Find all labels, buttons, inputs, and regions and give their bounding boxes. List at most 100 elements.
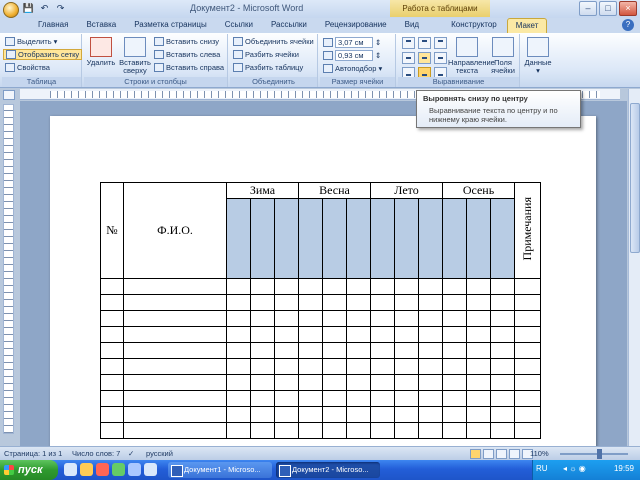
zoom-slider-handle[interactable] [597, 449, 602, 459]
table-cell[interactable] [322, 342, 347, 359]
table-cell[interactable] [250, 374, 275, 391]
table-cell[interactable] [442, 310, 467, 327]
table-cell[interactable] [418, 422, 443, 439]
table-cell[interactable] [226, 278, 251, 295]
tray-icons[interactable]: ◂ ☼ ◉ [563, 464, 586, 473]
table-cell[interactable] [226, 294, 251, 311]
header-notes[interactable]: Примечания [514, 182, 541, 279]
tab-design[interactable]: Конструктор [443, 18, 505, 33]
table-cell[interactable] [123, 390, 227, 407]
season-subcell[interactable] [346, 198, 371, 279]
table-cell[interactable] [322, 422, 347, 439]
table-cell[interactable] [226, 342, 251, 359]
table-cell[interactable] [322, 294, 347, 311]
table-cell[interactable] [226, 390, 251, 407]
table-cell[interactable] [250, 422, 275, 439]
table-cell[interactable] [490, 422, 515, 439]
table-cell[interactable] [250, 390, 275, 407]
table-cell[interactable] [514, 390, 541, 407]
table-cell[interactable] [394, 342, 419, 359]
spellcheck-icon[interactable]: ✓ [128, 449, 134, 458]
align-top-right-icon[interactable] [434, 37, 447, 49]
table-cell[interactable] [346, 406, 371, 423]
start-button[interactable]: пуск [0, 460, 58, 480]
season-subcell[interactable] [490, 198, 515, 279]
select-button[interactable]: Выделить ▾ [5, 37, 57, 46]
merge-cells-button[interactable]: Объединить ячейки [233, 37, 314, 46]
table-cell[interactable] [123, 342, 227, 359]
season-subcell[interactable] [322, 198, 347, 279]
table-cell[interactable] [514, 422, 541, 439]
cell-margins-button[interactable]: Поля ячейки [488, 37, 518, 75]
table-cell[interactable] [346, 342, 371, 359]
table-cell[interactable] [514, 342, 541, 359]
season-subcell[interactable] [250, 198, 275, 279]
table-cell[interactable] [418, 358, 443, 375]
table-cell[interactable] [514, 374, 541, 391]
tab-references[interactable]: Ссылки [217, 18, 261, 33]
table-cell[interactable] [466, 326, 491, 343]
tab-insert[interactable]: Вставка [78, 18, 124, 33]
table-cell[interactable] [298, 278, 323, 295]
print-layout-icon[interactable] [470, 449, 481, 459]
table-cell[interactable] [514, 294, 541, 311]
outline-icon[interactable] [509, 449, 520, 459]
table-cell[interactable] [490, 390, 515, 407]
table-cell[interactable] [418, 294, 443, 311]
table-cell[interactable] [298, 358, 323, 375]
table-cell[interactable] [322, 278, 347, 295]
table-cell[interactable] [250, 294, 275, 311]
table-cell[interactable] [100, 390, 124, 407]
table-cell[interactable] [274, 358, 299, 375]
tab-home[interactable]: Главная [30, 18, 76, 33]
table-cell[interactable] [370, 406, 395, 423]
insert-left-button[interactable]: Вставить слева [154, 50, 220, 59]
table-cell[interactable] [123, 374, 227, 391]
table-cell[interactable] [298, 374, 323, 391]
vertical-ruler[interactable] [3, 104, 14, 434]
table-cell[interactable] [274, 374, 299, 391]
insert-right-button[interactable]: Вставить справа [154, 63, 224, 72]
web-layout-icon[interactable] [496, 449, 507, 459]
table-cell[interactable] [226, 358, 251, 375]
table-cell[interactable] [370, 278, 395, 295]
table-cell[interactable] [100, 358, 124, 375]
table-cell[interactable] [394, 374, 419, 391]
table-cell[interactable] [298, 406, 323, 423]
align-middle-left-icon[interactable] [402, 52, 415, 64]
table-cell[interactable] [100, 342, 124, 359]
align-top-left-icon[interactable] [402, 37, 415, 49]
table-cell[interactable] [490, 326, 515, 343]
language-bar[interactable]: RU [536, 464, 548, 473]
tab-mailings[interactable]: Рассылки [263, 18, 315, 33]
table-cell[interactable] [466, 342, 491, 359]
table-cell[interactable] [346, 358, 371, 375]
table-cell[interactable] [466, 358, 491, 375]
table-cell[interactable] [298, 310, 323, 327]
table-cell[interactable] [250, 342, 275, 359]
table-cell[interactable] [123, 422, 227, 439]
vertical-scrollbar[interactable] [628, 89, 640, 446]
table-cell[interactable] [226, 326, 251, 343]
table-cell[interactable] [490, 294, 515, 311]
table-cell[interactable] [123, 406, 227, 423]
season-subcell[interactable] [226, 198, 251, 279]
table-cell[interactable] [442, 390, 467, 407]
table-cell[interactable] [226, 374, 251, 391]
table-cell[interactable] [466, 294, 491, 311]
table-cell[interactable] [466, 278, 491, 295]
table-cell[interactable] [490, 358, 515, 375]
table-cell[interactable] [274, 278, 299, 295]
table-cell[interactable] [346, 374, 371, 391]
season-subcell[interactable] [370, 198, 395, 279]
table-cell[interactable] [370, 422, 395, 439]
table-cell[interactable] [226, 310, 251, 327]
table-cell[interactable] [514, 358, 541, 375]
table-cell[interactable] [442, 422, 467, 439]
table-cell[interactable] [418, 374, 443, 391]
taskbar-item-document2[interactable]: Документ2 - Microso... [276, 462, 380, 478]
table-cell[interactable] [274, 294, 299, 311]
season-subcell[interactable] [466, 198, 491, 279]
table-cell[interactable] [370, 310, 395, 327]
table-cell[interactable] [370, 374, 395, 391]
